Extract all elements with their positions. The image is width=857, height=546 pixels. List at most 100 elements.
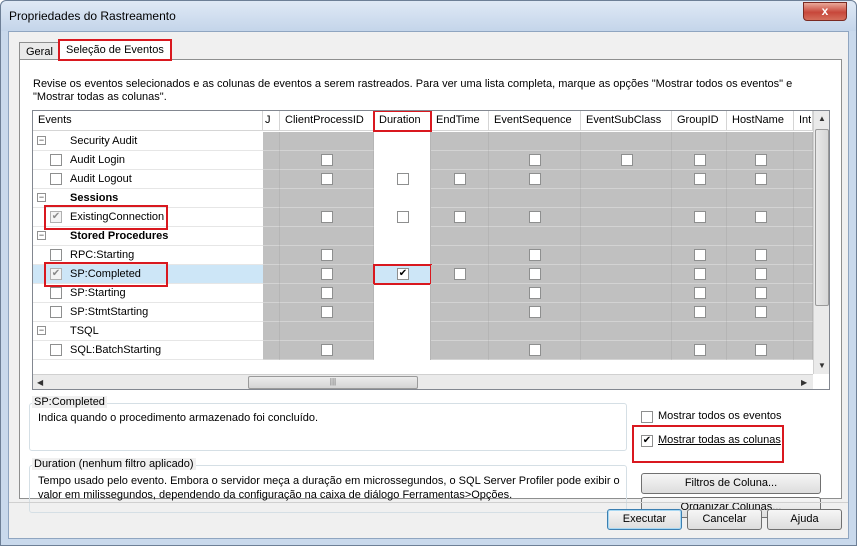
grid-cell[interactable]: [581, 284, 672, 303]
grid-cell[interactable]: [489, 208, 581, 227]
grid-cell[interactable]: [581, 303, 672, 322]
tab-general[interactable]: Geral: [19, 42, 60, 60]
grid-cell[interactable]: [489, 246, 581, 265]
event-checkbox[interactable]: [50, 173, 62, 185]
grid-cell[interactable]: [727, 227, 794, 246]
grid-cell[interactable]: [794, 151, 813, 170]
grid-cell[interactable]: [263, 246, 280, 265]
grid-cell[interactable]: [672, 303, 727, 322]
grid-cell[interactable]: [672, 322, 727, 341]
grid-cell[interactable]: [489, 189, 581, 208]
grid-cell[interactable]: [794, 227, 813, 246]
grid-cell[interactable]: [672, 227, 727, 246]
column-checkbox[interactable]: [321, 249, 333, 261]
grid-cell[interactable]: [794, 265, 813, 284]
grid-cell[interactable]: [581, 132, 672, 151]
event-row[interactable]: Audit Logout: [33, 170, 813, 189]
column-checkbox[interactable]: [454, 211, 466, 223]
grid-cell[interactable]: [280, 170, 374, 189]
grid-cell[interactable]: [431, 303, 489, 322]
column-checkbox[interactable]: [529, 154, 541, 166]
grid-vertical-thumb[interactable]: [815, 129, 829, 306]
grid-cell[interactable]: [794, 341, 813, 360]
column-checkbox[interactable]: [755, 344, 767, 356]
grid-cell[interactable]: [280, 246, 374, 265]
grid-cell[interactable]: [263, 341, 280, 360]
header-col-eventsubclass[interactable]: EventSubClass: [581, 111, 672, 131]
grid-horizontal-thumb[interactable]: |||: [248, 376, 418, 389]
collapse-icon[interactable]: −: [37, 136, 46, 145]
column-checkbox[interactable]: [529, 268, 541, 280]
column-checkbox[interactable]: [321, 211, 333, 223]
cancel-button[interactable]: Cancelar: [687, 509, 762, 530]
grid-cell[interactable]: [489, 322, 581, 341]
grid-cell[interactable]: [374, 170, 431, 189]
column-checkbox[interactable]: [321, 154, 333, 166]
grid-cell[interactable]: [672, 208, 727, 227]
column-checkbox[interactable]: [755, 287, 767, 299]
event-row[interactable]: SP:StmtStarting: [33, 303, 813, 322]
scroll-left-icon[interactable]: ◀: [37, 378, 43, 387]
grid-cell[interactable]: [374, 341, 431, 360]
column-checkbox[interactable]: [529, 306, 541, 318]
grid-vertical-scrollbar[interactable]: ▲ ▼: [813, 111, 829, 374]
grid-cell[interactable]: [280, 322, 374, 341]
event-checkbox[interactable]: [50, 287, 62, 299]
column-checkbox[interactable]: [694, 154, 706, 166]
close-button[interactable]: x: [803, 2, 847, 21]
column-checkbox[interactable]: [321, 306, 333, 318]
grid-cell[interactable]: [581, 246, 672, 265]
grid-cell[interactable]: [263, 170, 280, 189]
column-checkbox[interactable]: [694, 173, 706, 185]
column-checkbox[interactable]: [694, 249, 706, 261]
grid-cell[interactable]: [581, 322, 672, 341]
column-checkbox[interactable]: [694, 287, 706, 299]
title-bar[interactable]: Propriedades do Rastreamento x: [1, 1, 856, 31]
event-checkbox[interactable]: [50, 249, 62, 261]
column-checkbox[interactable]: [321, 268, 333, 280]
grid-cell[interactable]: [431, 246, 489, 265]
grid-cell[interactable]: [263, 189, 280, 208]
grid-cell[interactable]: [374, 132, 431, 151]
column-checkbox[interactable]: [397, 173, 409, 185]
header-col-endtime[interactable]: EndTime: [431, 111, 489, 131]
tab-event-selection[interactable]: Seleção de Eventos: [58, 39, 172, 61]
event-row[interactable]: SP:Starting: [33, 284, 813, 303]
grid-cell[interactable]: [374, 284, 431, 303]
grid-cell[interactable]: [727, 246, 794, 265]
column-checkbox[interactable]: ✔: [397, 268, 409, 280]
grid-cell[interactable]: [672, 341, 727, 360]
column-checkbox[interactable]: [694, 268, 706, 280]
grid-cell[interactable]: ✔: [373, 264, 432, 285]
grid-cell[interactable]: [263, 322, 280, 341]
header-col-int[interactable]: Int: [794, 111, 813, 131]
grid-cell[interactable]: [794, 189, 813, 208]
grid-cell[interactable]: [431, 189, 489, 208]
grid-cell[interactable]: [263, 227, 280, 246]
grid-cell[interactable]: [431, 132, 489, 151]
grid-cell[interactable]: [489, 303, 581, 322]
show-all-events-label[interactable]: Mostrar todos os eventos: [658, 410, 782, 422]
grid-cell[interactable]: [672, 170, 727, 189]
event-name-cell[interactable]: ✔ ExistingConnection: [33, 205, 263, 230]
event-name-cell[interactable]: ✔ SP:Completed: [33, 262, 263, 287]
grid-cell[interactable]: [794, 208, 813, 227]
event-name-cell[interactable]: − TSQL: [33, 322, 263, 341]
column-checkbox[interactable]: [755, 249, 767, 261]
grid-cell[interactable]: [489, 132, 581, 151]
column-checkbox[interactable]: [529, 173, 541, 185]
grid-cell[interactable]: [672, 189, 727, 208]
grid-cell[interactable]: [431, 322, 489, 341]
grid-cell[interactable]: [280, 151, 374, 170]
grid-cell[interactable]: [431, 208, 489, 227]
column-checkbox[interactable]: [621, 154, 633, 166]
help-button[interactable]: Ajuda: [767, 509, 842, 530]
grid-cell[interactable]: [280, 132, 374, 151]
column-filters-button[interactable]: Filtros de Coluna...: [641, 473, 821, 494]
grid-cell[interactable]: [672, 265, 727, 284]
grid-cell[interactable]: [431, 151, 489, 170]
grid-cell[interactable]: [672, 284, 727, 303]
grid-cell[interactable]: [727, 151, 794, 170]
grid-cell[interactable]: [727, 322, 794, 341]
column-checkbox[interactable]: [529, 211, 541, 223]
